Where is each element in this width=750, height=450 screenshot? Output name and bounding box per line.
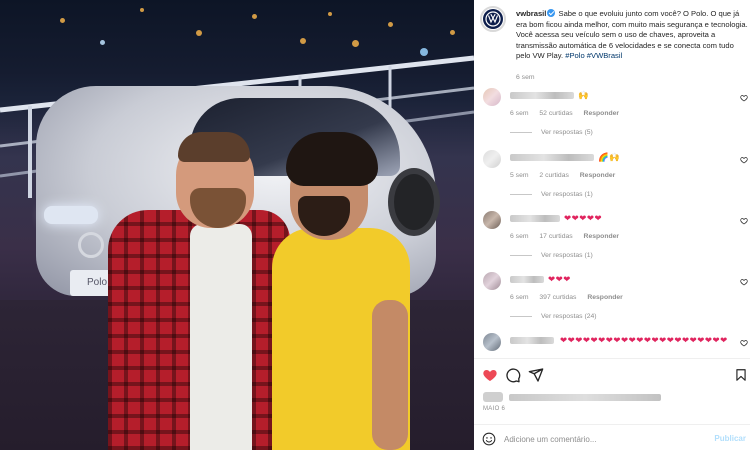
comment-time: 6 sem	[510, 110, 529, 117]
white-tshirt	[190, 224, 252, 450]
commenter-avatar[interactable]	[483, 211, 501, 229]
commenter-avatar[interactable]	[483, 272, 501, 290]
person-left-hair	[178, 132, 250, 162]
commenter-avatar[interactable]	[483, 333, 501, 351]
reply-button[interactable]: Responder	[584, 110, 620, 117]
caption-time: 6 sem	[516, 74, 535, 81]
reply-button[interactable]: Responder	[584, 233, 620, 240]
view-replies[interactable]: Ver respostas (24)	[510, 313, 597, 320]
comment-time: 5 sem	[510, 172, 529, 179]
reply-button[interactable]: Responder	[587, 294, 623, 301]
view-replies[interactable]: Ver respostas (5)	[510, 129, 593, 136]
post-image[interactable]: Polo	[0, 0, 474, 450]
bookmark-icon[interactable]	[734, 367, 748, 383]
comment-text: 🙌	[578, 90, 590, 100]
comment-likes[interactable]: 2 curtidas	[539, 172, 568, 179]
commenter-name-blurred[interactable]	[510, 92, 574, 99]
likes-text-blurred	[509, 394, 661, 401]
comment-input[interactable]	[504, 430, 700, 448]
comments-scroll-area[interactable]: vwbrasil Sabe o que evoluiu junto com vo…	[474, 0, 750, 358]
comment-likes[interactable]: 397 curtidas	[539, 294, 576, 301]
commenter-name-blurred[interactable]	[510, 215, 560, 222]
comment-text: ❤❤❤❤❤❤❤❤❤❤❤❤❤❤❤❤❤❤❤❤❤❤	[560, 335, 728, 345]
vw-logo-icon	[485, 11, 501, 27]
post-side-panel: vwbrasil Sabe o que evoluiu junto com vo…	[474, 0, 750, 450]
comment-like-heart-icon[interactable]	[740, 278, 748, 286]
comment-text: ❤❤❤❤❤	[564, 213, 603, 223]
comment-meta: 6 sem 17 curtidas Responder	[510, 233, 628, 240]
comment-meta: 6 sem 397 curtidas Responder	[510, 294, 632, 301]
view-replies-label[interactable]: Ver respostas (5)	[541, 129, 593, 136]
publish-button[interactable]: Publicar	[714, 434, 746, 443]
comment-meta: 5 sem 2 curtidas Responder	[510, 172, 624, 179]
comment-likes[interactable]: 17 curtidas	[539, 233, 572, 240]
car-wheel	[388, 168, 440, 236]
likes-summary[interactable]	[483, 392, 743, 402]
like-heart-filled-icon[interactable]	[482, 367, 498, 383]
comment-like-heart-icon[interactable]	[740, 339, 748, 347]
car-headlight	[44, 206, 98, 224]
view-replies[interactable]: Ver respostas (1)	[510, 191, 593, 198]
person-right-hair	[286, 132, 378, 186]
add-comment-bar: Publicar	[474, 424, 750, 450]
caption-username[interactable]: vwbrasil	[516, 9, 546, 18]
commenter-name-blurred[interactable]	[510, 276, 544, 283]
comment-like-heart-icon[interactable]	[740, 217, 748, 225]
post-date[interactable]: MAIO 6	[483, 406, 505, 412]
emoji-icon[interactable]	[482, 432, 496, 446]
comment-meta: 6 sem 52 curtidas Responder	[510, 110, 628, 117]
view-replies-label[interactable]: Ver respostas (1)	[541, 191, 593, 198]
comment-like-heart-icon[interactable]	[740, 156, 748, 164]
caption-text: vwbrasil Sabe o que evoluiu junto com vo…	[516, 9, 748, 62]
verified-icon	[547, 9, 556, 17]
caption-hashtags[interactable]: #Polo #VWBrasil	[565, 51, 622, 60]
vw-emblem	[78, 232, 104, 258]
commenter-avatar[interactable]	[483, 150, 501, 168]
view-replies-label[interactable]: Ver respostas (24)	[541, 313, 597, 320]
commenter-avatar[interactable]	[483, 88, 501, 106]
person-right-arm	[372, 300, 408, 450]
commenter-name-blurred[interactable]	[510, 154, 594, 161]
view-replies-label[interactable]: Ver respostas (1)	[541, 252, 593, 259]
comment-time: 6 sem	[510, 294, 529, 301]
comment-time: 6 sem	[510, 233, 529, 240]
reply-button[interactable]: Responder	[580, 172, 616, 179]
vw-avatar[interactable]	[480, 6, 506, 32]
comment-text: 🌈🙌	[598, 152, 621, 162]
comment-like-heart-icon[interactable]	[740, 94, 748, 102]
share-icon[interactable]	[528, 367, 544, 383]
comment-text: ❤❤❤	[548, 274, 571, 284]
view-replies[interactable]: Ver respostas (1)	[510, 252, 593, 259]
likes-avatars	[483, 392, 503, 402]
comment-icon[interactable]	[505, 367, 521, 383]
comment-likes[interactable]: 52 curtidas	[539, 110, 572, 117]
